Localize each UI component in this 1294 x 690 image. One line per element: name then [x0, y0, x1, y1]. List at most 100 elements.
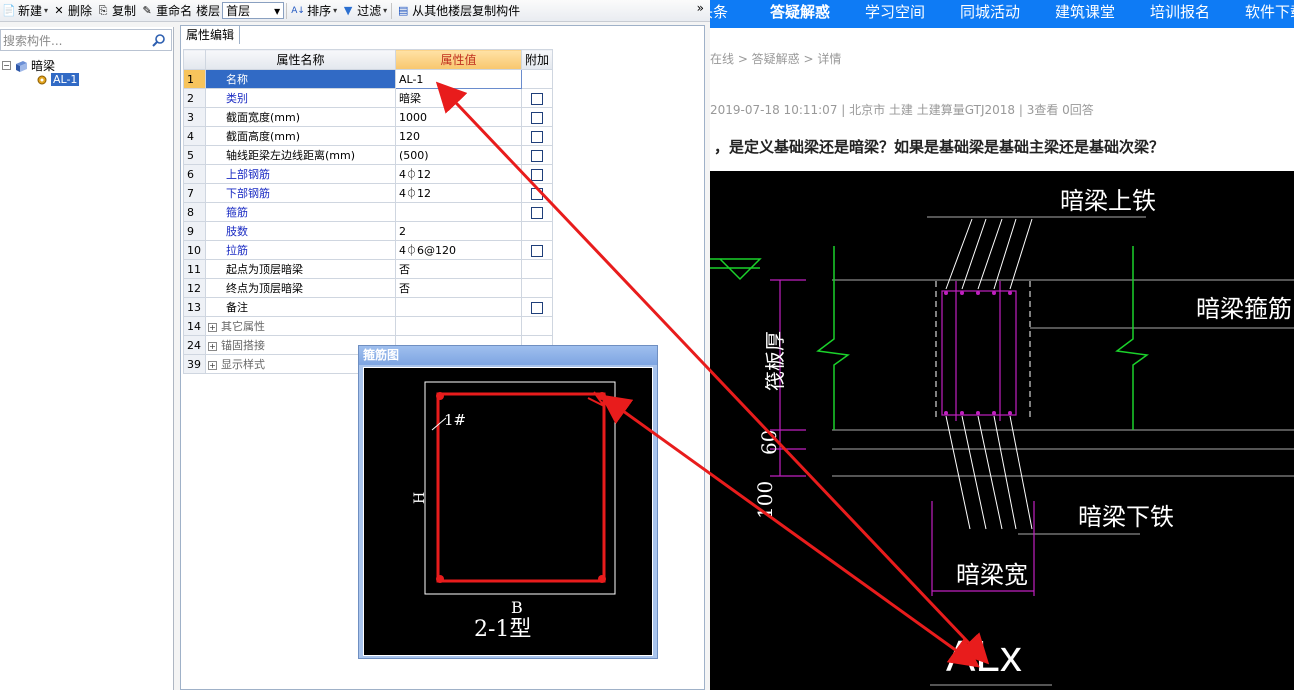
- search-input[interactable]: 搜索构件...: [1, 32, 147, 49]
- tree-root-label: 暗梁: [31, 59, 56, 73]
- property-value[interactable]: 否: [395, 278, 522, 298]
- property-value[interactable]: 2: [395, 221, 522, 241]
- nav-item[interactable]: 培训报名: [1150, 1, 1210, 22]
- col-extra-header[interactable]: 附加: [520, 49, 554, 70]
- property-row[interactable]: 9 肢数 2: [183, 221, 554, 241]
- component-search[interactable]: 搜索构件...: [0, 29, 172, 51]
- extra-checkbox[interactable]: [531, 244, 543, 257]
- stirrup-diagram-dialog[interactable]: 箍筋图 1# H B 2-1型: [358, 345, 658, 659]
- property-group[interactable]: + 其它属性: [205, 316, 396, 336]
- bottom-rebar-label: 暗梁下铁: [1078, 503, 1174, 531]
- bottom-rebar-line: [993, 415, 1017, 530]
- dialog-title[interactable]: 箍筋图: [359, 346, 657, 365]
- property-name: 终点为顶层暗梁: [205, 278, 396, 298]
- tree-node-root[interactable]: − 暗梁: [2, 57, 55, 74]
- property-row[interactable]: 6 上部钢筋 4⏀12: [183, 164, 554, 184]
- beam-icon: [16, 60, 27, 72]
- row-index: 5: [183, 145, 206, 165]
- property-row[interactable]: 8 箍筋: [183, 202, 554, 222]
- nav-item[interactable]: 答疑解惑: [770, 1, 830, 22]
- rename-button[interactable]: ✎ 重命名: [138, 1, 194, 21]
- property-value[interactable]: 120: [395, 126, 522, 146]
- extra-checkbox[interactable]: [531, 111, 543, 124]
- sort-icon: A↓: [291, 5, 305, 16]
- property-value[interactable]: [395, 297, 522, 317]
- floor-select[interactable]: 首层 ▾: [222, 2, 285, 19]
- property-row[interactable]: 1 名称 AL-1: [183, 69, 554, 89]
- property-value[interactable]: 4⏀12: [395, 183, 522, 203]
- property-row[interactable]: 2 类别 暗梁: [183, 88, 554, 108]
- copy-from-floor-button[interactable]: ▤ 从其他楼层复制构件: [394, 1, 522, 21]
- property-row[interactable]: 11 起点为顶层暗梁否: [183, 259, 554, 279]
- new-button[interactable]: 📄 新建 ▾: [0, 1, 50, 21]
- bottom-rebar-line: [977, 415, 1003, 530]
- cad-drawing: 暗梁上铁 暗梁箍筋 暗梁下铁 暗梁宽 筏板厚 60 100 ALx: [710, 171, 1294, 690]
- tree-node-al1[interactable]: AL-1: [36, 73, 80, 86]
- extra-checkbox[interactable]: [531, 92, 543, 105]
- col-name-header[interactable]: 属性名称: [205, 49, 396, 70]
- nav-item[interactable]: 同城活动: [960, 1, 1020, 22]
- property-row[interactable]: 10 拉筋 4⏀6@120: [183, 240, 554, 260]
- expand-icon[interactable]: +: [208, 322, 217, 332]
- stirrup-diagram: 1# H B 2-1型: [363, 367, 653, 656]
- property-value[interactable]: 暗梁: [395, 88, 522, 108]
- property-extra[interactable]: [520, 164, 554, 184]
- nav-item[interactable]: 软件下载: [1245, 1, 1294, 22]
- nav-item[interactable]: 学习空间: [865, 1, 925, 22]
- expand-icon[interactable]: +: [208, 360, 217, 370]
- property-value[interactable]: 1000: [395, 107, 522, 127]
- extra-checkbox[interactable]: [531, 130, 543, 143]
- sort-button[interactable]: A↓ 排序 ▾: [289, 1, 339, 21]
- extra-checkbox[interactable]: [531, 206, 543, 219]
- property-extra[interactable]: [520, 145, 554, 165]
- search-icon[interactable]: [147, 30, 171, 50]
- breadcrumb[interactable]: 在线 > 答疑解惑 > 详情: [710, 50, 841, 67]
- nav-item[interactable]: 头条: [710, 1, 728, 22]
- property-value[interactable]: 4⏀12: [395, 164, 522, 184]
- property-row[interactable]: 13 备注: [183, 297, 554, 317]
- property-extra[interactable]: [520, 202, 554, 222]
- property-row[interactable]: 5 轴线距梁左边线距离(mm) (500): [183, 145, 554, 165]
- more-icon[interactable]: »: [697, 1, 704, 15]
- delete-button[interactable]: ✕ 删除: [50, 1, 94, 21]
- copy-button[interactable]: ⎘ 复制: [94, 1, 138, 21]
- row-index: 2: [183, 88, 206, 108]
- property-extra[interactable]: [520, 183, 554, 203]
- copy-icon: ⎘: [98, 3, 108, 17]
- rename-label: 重命名: [156, 4, 193, 18]
- extra-checkbox[interactable]: [531, 168, 543, 181]
- expand-icon[interactable]: +: [208, 341, 217, 351]
- wall-left: [816, 246, 850, 430]
- collapse-icon[interactable]: −: [2, 61, 11, 70]
- property-row[interactable]: 7 下部钢筋 4⏀12: [183, 183, 554, 203]
- property-extra[interactable]: [520, 240, 554, 260]
- property-row[interactable]: 4 截面高度(mm) 120: [183, 126, 554, 146]
- nav-item[interactable]: 建筑课堂: [1055, 1, 1115, 22]
- property-value[interactable]: (500): [395, 145, 522, 165]
- col-value-header[interactable]: 属性值: [395, 49, 522, 70]
- property-extra: [520, 69, 554, 89]
- component-tree: 搜索构件... − 暗梁 AL-1: [0, 27, 174, 690]
- extra-checkbox[interactable]: [531, 149, 543, 162]
- property-value[interactable]: 否: [395, 259, 522, 279]
- property-value[interactable]: [395, 202, 522, 222]
- stirrup: [941, 290, 1017, 416]
- property-extra[interactable]: [520, 297, 554, 317]
- property-row[interactable]: 3 截面宽度(mm) 1000: [183, 107, 554, 127]
- property-value[interactable]: 4⏀6@120: [395, 240, 522, 260]
- rebar-dot: [1008, 291, 1012, 295]
- property-row[interactable]: 12 终点为顶层暗梁否: [183, 278, 554, 298]
- filter-button[interactable]: ▼ 过滤 ▾: [339, 1, 389, 21]
- property-name: 上部钢筋: [205, 164, 396, 184]
- stirrup-label: 暗梁箍筋: [1196, 295, 1292, 323]
- property-extra[interactable]: [520, 126, 554, 146]
- property-extra[interactable]: [520, 107, 554, 127]
- extra-checkbox[interactable]: [531, 301, 543, 314]
- row-index: 12: [183, 278, 206, 298]
- tab-property-edit[interactable]: 属性编辑: [180, 25, 241, 44]
- property-group-row[interactable]: 14 + 其它属性: [183, 316, 554, 336]
- dropdown-arrow-icon: ▾: [383, 6, 388, 15]
- property-value[interactable]: AL-1: [395, 69, 522, 89]
- property-extra[interactable]: [520, 88, 554, 108]
- extra-checkbox[interactable]: [531, 187, 543, 200]
